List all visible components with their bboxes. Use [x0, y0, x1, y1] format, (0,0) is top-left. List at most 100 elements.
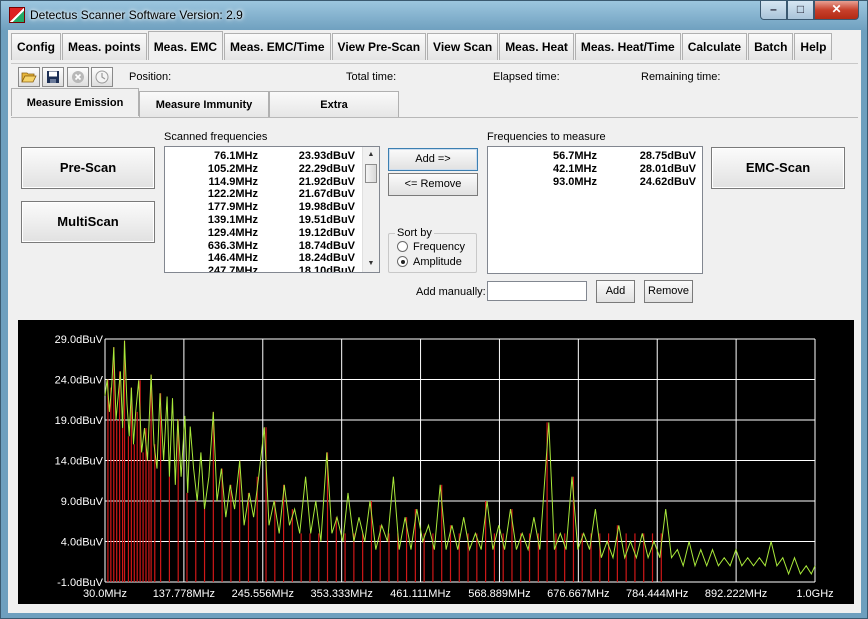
spectrum-chart: 30.0MHz 137.778MHz 245.556MHz 353.333MHz 461… [18, 320, 854, 604]
list-item[interactable]: 76.1MHz 23.93dBuV [165, 150, 363, 163]
maximize-button[interactable]: □ [787, 1, 814, 20]
sort-amplitude-radio[interactable]: Amplitude [397, 256, 462, 268]
amplitude-value: 21.92dBuV [298, 175, 355, 188]
x-tick-label: 1.0GHz [796, 588, 833, 600]
toolbar: Position: Total time: Elapsed time: Rema… [11, 63, 858, 88]
tab-measure-emission[interactable]: Measure Emission [11, 88, 139, 116]
list-item[interactable]: 122.2MHz 21.67dBuV [165, 188, 363, 201]
tab-view-prescan[interactable]: View Pre-Scan [331, 33, 427, 60]
tab-config[interactable]: Config [11, 33, 61, 60]
tab-view-scan[interactable]: View Scan [427, 33, 499, 60]
sort-amplitude-label: Amplitude [413, 256, 462, 268]
stop-icon[interactable] [67, 67, 89, 87]
tab-meas-emc[interactable]: Meas. EMC [147, 31, 224, 60]
frequency-value: 247.7MHz [207, 265, 258, 273]
tab-meas-heat[interactable]: Meas. Heat [499, 33, 574, 60]
remove-frequency-button[interactable]: <= Remove [388, 173, 478, 196]
tab-extra[interactable]: Extra [269, 91, 399, 117]
frequency-value: 139.1MHz [207, 213, 258, 226]
spectrum-trace-line [104, 340, 816, 576]
scanned-frequencies-list[interactable]: 76.1MHz 23.93dBuV 105.2MHz 22.29dBuV 114.9MH… [164, 146, 380, 273]
minimize-button[interactable]: – [760, 1, 787, 20]
y-tick-label: 19.0dBuV [55, 415, 104, 427]
amplitude-value: 24.62dBuV [639, 175, 696, 188]
close-button[interactable]: ✕ [814, 1, 859, 20]
y-tick-label: 14.0dBuV [55, 456, 104, 468]
tab-meas-points[interactable]: Meas. points [62, 33, 147, 60]
app-icon [9, 7, 25, 23]
frequency-value: 177.9MHz [207, 201, 258, 214]
sort-by-label: Sort by [395, 227, 434, 239]
list-item[interactable]: 93.0MHz 24.62dBuV [488, 176, 702, 189]
list-item[interactable]: 129.4MHz 19.12dBuV [165, 227, 363, 240]
scanned-list-scrollbar[interactable]: ▲ ▼ [362, 147, 379, 272]
amplitude-value: 22.29dBuV [298, 162, 355, 175]
tab-divider [11, 117, 858, 118]
tab-meas-heat-time[interactable]: Meas. Heat/Time [574, 33, 681, 60]
add-frequency-button[interactable]: Add => [388, 148, 478, 171]
app-window: Detectus Scanner Software Version: 2.9 –… [0, 0, 868, 619]
x-tick-label: 30.0MHz [83, 588, 127, 600]
total-time-label: Total time: [346, 71, 397, 83]
sort-frequency-radio[interactable]: Frequency [397, 241, 465, 253]
x-tick-label: 676.667MHz [547, 588, 609, 600]
tab-batch[interactable]: Batch [748, 33, 794, 60]
list-item[interactable]: 114.9MHz 21.92dBuV [165, 176, 363, 189]
y-tick-label: 29.0dBuV [55, 334, 104, 346]
list-item[interactable]: 146.4MHz 18.24dBuV [165, 252, 363, 265]
frequencies-to-measure-list[interactable]: 56.7MHz 28.75dBuV 42.1MHz 28.01dBuV 93.0MHz 2… [487, 146, 703, 274]
list-item[interactable]: 56.7MHz 28.75dBuV [488, 150, 702, 163]
prescan-button[interactable]: Pre-Scan [21, 147, 155, 189]
add-manually-input[interactable] [487, 281, 587, 301]
frequency-value: 146.4MHz [207, 252, 258, 265]
window-title: Detectus Scanner Software Version: 2.9 [30, 8, 243, 22]
elapsed-time-label: Elapsed time: [493, 71, 560, 83]
multiscan-button[interactable]: MultiScan [21, 201, 155, 243]
y-tick-label: 4.0dBuV [61, 537, 104, 549]
y-tick-label: 24.0dBuV [55, 375, 104, 387]
list-item[interactable]: 247.7MHz 18.10dBuV [165, 265, 363, 273]
frequency-value: 105.2MHz [207, 162, 258, 175]
title-bar[interactable]: Detectus Scanner Software Version: 2.9 –… [1, 1, 867, 29]
x-tick-label: 784.444MHz [626, 588, 688, 600]
tab-help[interactable]: Help [794, 33, 833, 60]
remove-manual-button[interactable]: Remove [644, 280, 693, 303]
list-item[interactable]: 105.2MHz 22.29dBuV [165, 163, 363, 176]
open-folder-icon[interactable] [18, 67, 40, 87]
add-manual-button[interactable]: Add [596, 280, 635, 303]
tab-measure-immunity[interactable]: Measure Immunity [139, 91, 269, 117]
radio-on-icon [397, 256, 408, 267]
clock-icon[interactable] [91, 67, 113, 87]
spectrum-chart-svg: 30.0MHz 137.778MHz 245.556MHz 353.333MHz 461… [55, 334, 834, 600]
list-item[interactable]: 42.1MHz 28.01dBuV [488, 163, 702, 176]
x-tick-label: 568.889MHz [468, 588, 530, 600]
add-manually-label: Add manually: [416, 286, 486, 298]
amplitude-value: 18.10dBuV [298, 265, 355, 273]
amplitude-value: 18.74dBuV [298, 239, 355, 252]
frequency-value: 114.9MHz [208, 175, 258, 188]
frequency-value: 76.1MHz [213, 150, 258, 162]
frequencies-to-measure-caption: Frequencies to measure [487, 131, 606, 143]
main-tabs: Config Meas. points Meas. EMC Meas. EMC/… [11, 31, 833, 60]
amplitude-value: 19.12dBuV [298, 226, 355, 239]
frequency-value: 129.4MHz [207, 226, 258, 239]
scroll-down-arrow-icon[interactable]: ▼ [363, 256, 379, 272]
y-tick-label: -1.0dBuV [57, 577, 104, 589]
amplitude-value: 23.93dBuV [298, 150, 355, 162]
sort-frequency-label: Frequency [413, 241, 465, 253]
list-item[interactable]: 139.1MHz 19.51dBuV [165, 214, 363, 227]
list-item[interactable]: 636.3MHz 18.74dBuV [165, 240, 363, 253]
scroll-up-arrow-icon[interactable]: ▲ [363, 147, 379, 163]
radio-off-icon [397, 241, 408, 252]
tab-calculate[interactable]: Calculate [681, 33, 748, 60]
save-disk-icon[interactable] [42, 67, 64, 87]
tab-meas-emc-time[interactable]: Meas. EMC/Time [224, 33, 331, 60]
client-area: Config Meas. points Meas. EMC Meas. EMC/… [8, 30, 861, 613]
frequency-value: 93.0MHz [552, 175, 597, 188]
list-item[interactable]: 177.9MHz 19.98dBuV [165, 201, 363, 214]
x-tick-label: 461.111MHz [390, 588, 451, 600]
sub-tabs: Measure Emission Measure Immunity Extra [11, 88, 399, 118]
scroll-thumb[interactable] [365, 164, 377, 183]
emcscan-button[interactable]: EMC-Scan [711, 147, 845, 189]
frequency-value: 42.1MHz [552, 162, 597, 175]
